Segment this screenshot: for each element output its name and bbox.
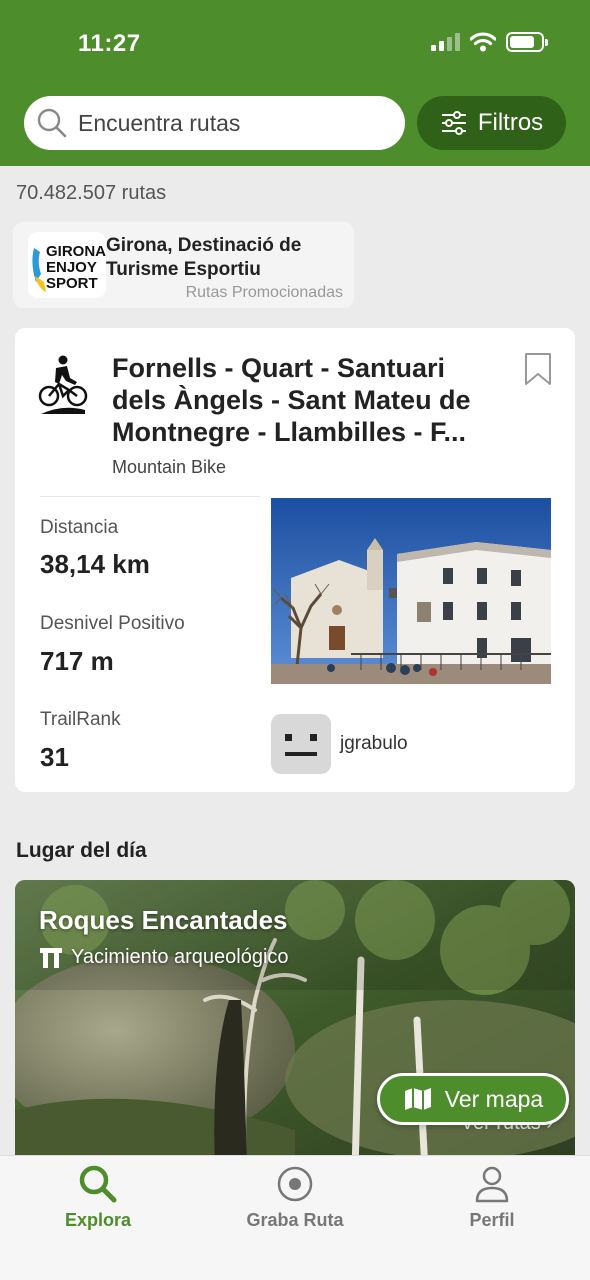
mountain-bike-icon — [38, 355, 88, 414]
status-icons — [431, 32, 548, 52]
stat-label-trailrank: TrailRank — [40, 709, 121, 730]
promo-banner[interactable]: GIRONA ENJOY SPORT Girona, Destinació de… — [13, 222, 354, 308]
stat-value-trailrank: 31 — [40, 742, 69, 772]
status-time: 11:27 — [78, 30, 141, 57]
archaeological-site-icon — [40, 947, 62, 968]
place-section-title: Lugar del día — [16, 839, 147, 862]
user-icon — [475, 1166, 509, 1203]
header: 11:27 Encuentra rutas Filtros — [0, 0, 590, 166]
promo-subtitle: Rutas Promocionadas — [185, 284, 343, 301]
divider — [40, 496, 260, 497]
logo-line-1: GIRONA — [46, 243, 106, 260]
logo-line-3: SPORT — [46, 275, 98, 292]
search-icon — [79, 1165, 117, 1203]
signal-icon — [431, 33, 460, 51]
bookmark-icon[interactable] — [523, 352, 553, 386]
place-name: Roques Encantades — [39, 905, 288, 935]
explore-screen: 11:27 Encuentra rutas Filtros 70.482.507… — [0, 0, 590, 1280]
tab-record-route-label: Graba Ruta — [246, 1210, 344, 1230]
battery-icon — [506, 32, 548, 52]
filters-button[interactable]: Filtros — [417, 96, 566, 150]
route-photo[interactable] — [271, 498, 551, 684]
stat-label-elevation: Desnivel Positivo — [40, 613, 185, 634]
record-icon — [277, 1166, 313, 1202]
avatar[interactable] — [271, 714, 331, 774]
tab-profile[interactable]: Perfil — [412, 1164, 572, 1231]
see-map-label: Ver mapa — [444, 1085, 544, 1112]
user-name[interactable]: jgrabulo — [340, 733, 408, 755]
route-type: Mountain Bike — [112, 457, 227, 477]
tab-record-route[interactable]: Graba Ruta — [215, 1164, 375, 1231]
promo-logo: GIRONA ENJOY SPORT — [28, 232, 106, 298]
place-of-day-card[interactable]: Roques Encantades Yacimiento arqueológic… — [15, 880, 575, 1170]
logo-line-2: ENJOY — [46, 259, 97, 276]
map-icon — [404, 1088, 431, 1110]
tab-explore-label: Explora — [64, 1210, 132, 1230]
tab-profile-label: Perfil — [469, 1210, 515, 1230]
tab-bar: Explora Graba Ruta Perfil — [0, 1155, 590, 1280]
place-type-label: Yacimiento arqueológico — [71, 946, 289, 968]
search-input[interactable] — [78, 109, 368, 137]
filters-label: Filtros — [477, 109, 544, 136]
tab-explore[interactable]: Explora — [18, 1164, 178, 1231]
sliders-icon — [441, 111, 466, 135]
route-count: 70.482.507 rutas — [16, 182, 167, 204]
wifi-icon — [470, 32, 496, 52]
stat-label-distance: Distancia — [40, 517, 119, 538]
see-map-button[interactable]: Ver mapa — [377, 1073, 569, 1125]
place-type: Yacimiento arqueológico — [39, 946, 289, 969]
stat-value-elevation: 717 m — [40, 646, 114, 676]
route-title[interactable]: Fornells - Quart - Santuari dels Àngels … — [112, 352, 504, 448]
stat-value-distance: 38,14 km — [40, 549, 150, 579]
promo-title: Girona, Destinació de Turisme Esportiu — [106, 235, 302, 280]
route-card[interactable]: Fornells - Quart - Santuari dels Àngels … — [15, 328, 575, 792]
search-box[interactable] — [24, 96, 405, 150]
search-icon — [37, 108, 67, 138]
